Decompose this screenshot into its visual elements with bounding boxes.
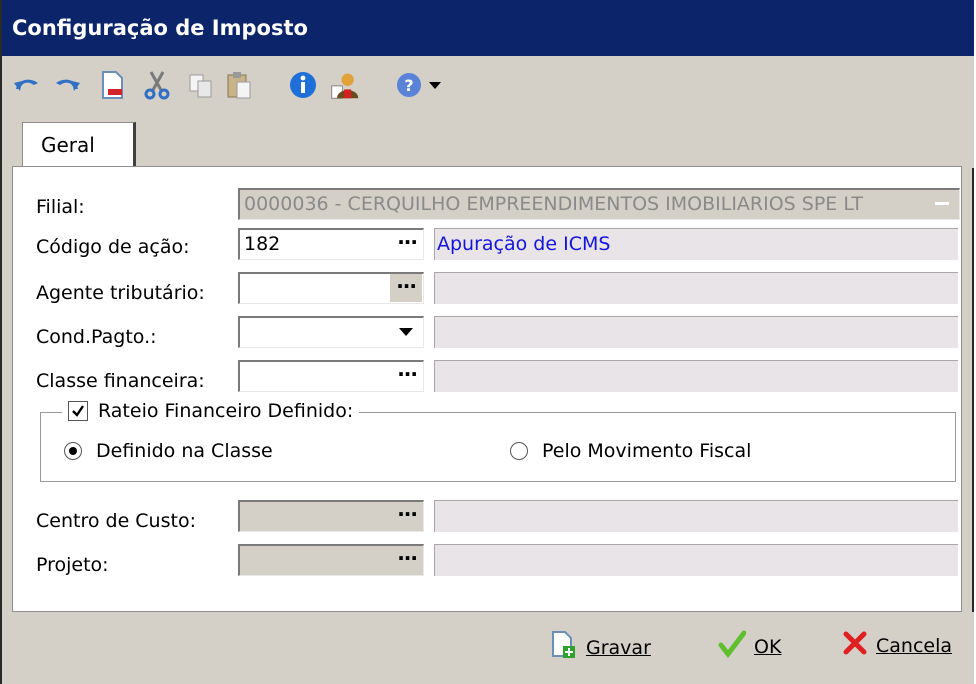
classe-financeira-label: Classe financeira: bbox=[36, 370, 205, 392]
projeto-label: Projeto: bbox=[36, 554, 109, 576]
codigo-acao-description: Apuração de ICMS bbox=[434, 228, 958, 260]
classe-financeira-input[interactable]: ··· bbox=[238, 360, 424, 392]
centro-custo-description bbox=[434, 500, 958, 532]
radio-selected-icon bbox=[64, 442, 82, 460]
copy-icon[interactable] bbox=[186, 70, 216, 100]
gravar-button[interactable]: Gravar bbox=[550, 630, 651, 665]
filial-field[interactable]: 0000036 - CERQUILHO EMPREENDIMENTOS IMOB… bbox=[238, 188, 960, 220]
centro-custo-label: Centro de Custo: bbox=[36, 510, 196, 532]
close-icon bbox=[842, 630, 868, 661]
codigo-acao-label: Código de ação: bbox=[36, 236, 190, 258]
help-icon[interactable]: ? bbox=[394, 70, 424, 100]
centro-custo-lookup-icon[interactable]: ··· bbox=[397, 504, 418, 524]
ok-button-label: OK bbox=[754, 635, 782, 658]
cut-icon[interactable] bbox=[142, 70, 172, 100]
filial-value: 0000036 - CERQUILHO EMPREENDIMENTOS IMOB… bbox=[244, 193, 863, 215]
cond-pagto-description bbox=[434, 316, 958, 348]
centro-custo-input[interactable]: ··· bbox=[238, 500, 424, 532]
paste-icon[interactable] bbox=[224, 70, 254, 100]
cancela-button[interactable]: Cancela bbox=[842, 630, 952, 661]
button-bar: Gravar OK Cancela bbox=[2, 612, 974, 684]
radio-definido-classe[interactable]: Definido na Classe bbox=[64, 440, 273, 462]
radio-definido-classe-label: Definido na Classe bbox=[96, 440, 273, 462]
help-dropdown-icon[interactable] bbox=[426, 70, 444, 100]
classe-financeira-description bbox=[434, 360, 958, 392]
svg-text:?: ? bbox=[404, 76, 413, 95]
radio-unselected-icon bbox=[510, 442, 528, 460]
projeto-lookup-icon[interactable]: ··· bbox=[397, 548, 418, 568]
cond-pagto-label: Cond.Pagto.: bbox=[36, 326, 157, 348]
codigo-acao-lookup-icon[interactable]: ··· bbox=[397, 232, 418, 252]
agente-tributario-input[interactable]: ··· bbox=[238, 272, 424, 304]
filial-label: Filial: bbox=[36, 196, 85, 218]
rateio-legend[interactable]: Rateio Financeiro Definido: bbox=[62, 400, 360, 422]
radio-movimento-fiscal-label: Pelo Movimento Fiscal bbox=[542, 440, 752, 462]
codigo-acao-value: 182 bbox=[244, 233, 281, 255]
cond-pagto-select[interactable] bbox=[238, 316, 424, 348]
info-icon[interactable] bbox=[288, 70, 318, 100]
user-icon[interactable] bbox=[330, 70, 360, 100]
dialog-window: Configuração de Imposto ? Geral Filial: … bbox=[0, 0, 974, 684]
checkmark-icon bbox=[718, 630, 747, 663]
codigo-acao-input[interactable]: 182 ··· bbox=[238, 228, 424, 260]
undo-icon[interactable] bbox=[12, 70, 42, 100]
filial-dash-icon bbox=[935, 202, 949, 205]
ok-button[interactable]: OK bbox=[718, 630, 781, 663]
radio-movimento-fiscal[interactable]: Pelo Movimento Fiscal bbox=[510, 440, 751, 462]
rateio-checkbox[interactable] bbox=[68, 401, 88, 421]
new-document-icon[interactable] bbox=[98, 70, 128, 100]
agente-tributario-label: Agente tributário: bbox=[36, 282, 205, 304]
tab-geral[interactable]: Geral bbox=[22, 122, 136, 170]
redo-icon[interactable] bbox=[52, 70, 82, 100]
projeto-input[interactable]: ··· bbox=[238, 544, 424, 576]
toolbar: ? bbox=[2, 56, 974, 112]
rateio-label: Rateio Financeiro Definido: bbox=[98, 400, 354, 422]
agente-tributario-lookup-icon[interactable]: ··· bbox=[390, 274, 422, 302]
window-title: Configuração de Imposto bbox=[12, 16, 308, 40]
gravar-button-label: Gravar bbox=[586, 636, 651, 659]
chevron-down-icon[interactable] bbox=[399, 328, 413, 336]
save-icon bbox=[550, 630, 578, 665]
cancela-button-label: Cancela bbox=[876, 634, 953, 657]
tab-geral-label: Geral bbox=[41, 133, 95, 157]
tab-strip: Geral bbox=[2, 112, 974, 170]
classe-financeira-lookup-icon[interactable]: ··· bbox=[397, 364, 418, 384]
agente-tributario-description bbox=[434, 272, 958, 304]
projeto-description bbox=[434, 544, 958, 576]
title-bar: Configuração de Imposto bbox=[2, 0, 974, 56]
